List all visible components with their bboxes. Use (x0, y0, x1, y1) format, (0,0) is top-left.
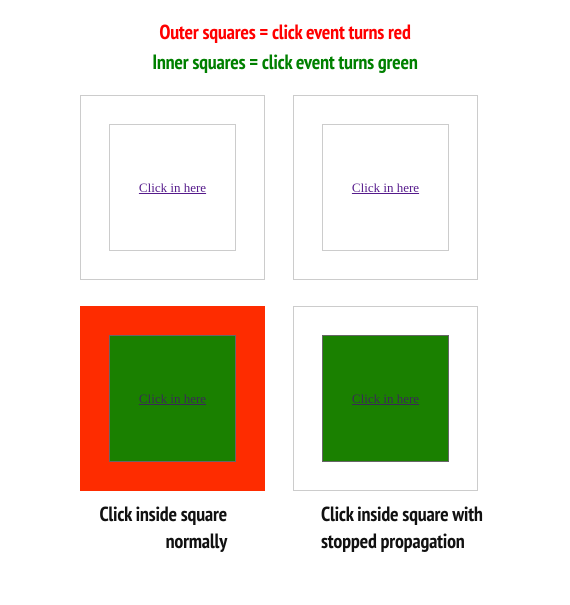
cell-top-right: Click in here (293, 95, 490, 280)
click-link-2[interactable]: Click in here (352, 180, 419, 196)
inner-square-1[interactable]: Click in here (109, 124, 236, 251)
outer-square-1[interactable]: Click in here (80, 95, 265, 280)
inner-square-3[interactable]: Click in here (109, 335, 236, 462)
outer-square-3[interactable]: Click in here (80, 306, 265, 491)
cell-bottom-left: Click in here Click inside square normal… (80, 306, 277, 555)
cell-bottom-right: Click in here Click inside square with s… (293, 306, 490, 555)
headings: Outer squares = click event turns red In… (20, 19, 550, 75)
inner-square-4[interactable]: Click in here (322, 335, 449, 462)
squares-grid: Click in here Click in here Click in her… (20, 95, 550, 555)
heading-inner: Inner squares = click event turns green (20, 49, 550, 75)
caption-stopped: Click inside square with stopped propaga… (293, 501, 490, 555)
outer-square-2[interactable]: Click in here (293, 95, 478, 280)
inner-square-2[interactable]: Click in here (322, 124, 449, 251)
caption-normal: Click inside square normally (80, 501, 277, 555)
heading-outer: Outer squares = click event turns red (20, 19, 550, 45)
click-link-1[interactable]: Click in here (139, 180, 206, 196)
outer-square-4[interactable]: Click in here (293, 306, 478, 491)
click-link-3[interactable]: Click in here (139, 391, 206, 407)
cell-top-left: Click in here (80, 95, 277, 280)
click-link-4[interactable]: Click in here (352, 391, 419, 407)
